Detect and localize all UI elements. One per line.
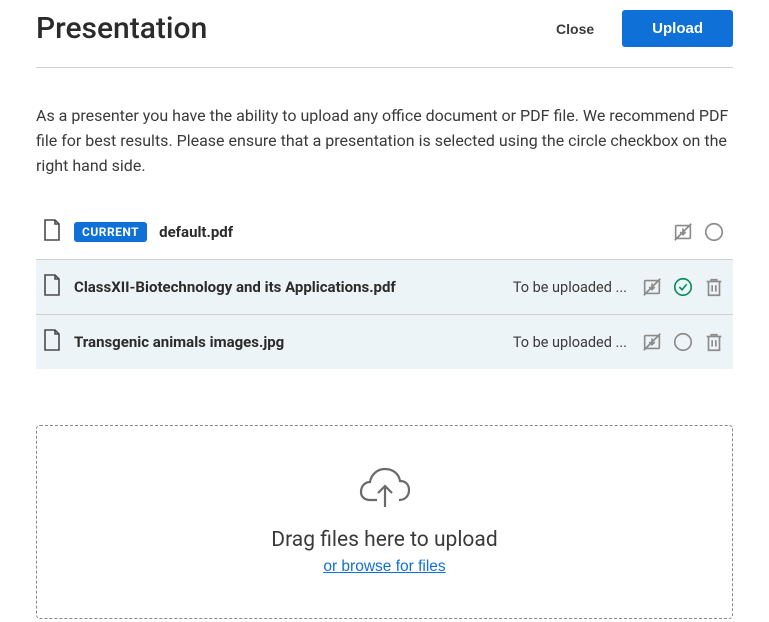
row-actions [639, 329, 727, 355]
header: Presentation Close Upload [36, 0, 733, 68]
trash-icon[interactable] [701, 329, 727, 355]
download-disabled-icon[interactable] [639, 274, 665, 300]
current-badge: CURRENT [74, 222, 147, 242]
dropzone[interactable]: Drag files here to upload or browse for … [36, 425, 733, 619]
select-circle-icon[interactable] [701, 219, 727, 245]
row-actions [670, 219, 727, 245]
cloud-upload-icon [357, 466, 413, 514]
close-button[interactable]: Close [556, 21, 594, 37]
file-list: CURRENT default.pdf [36, 204, 733, 369]
download-disabled-icon[interactable] [639, 329, 665, 355]
upload-button[interactable]: Upload [622, 10, 733, 47]
file-icon [42, 328, 62, 356]
page-title: Presentation [36, 11, 207, 46]
file-status: To be uploaded ... [513, 279, 627, 296]
file-icon [42, 218, 62, 246]
file-row-queued: Transgenic animals images.jpg To be uplo… [36, 315, 733, 369]
drop-text: Drag files here to upload [271, 528, 497, 552]
file-row-queued: ClassXII-Biotechnology and its Applicati… [36, 260, 733, 315]
download-disabled-icon[interactable] [670, 219, 696, 245]
browse-files-link[interactable]: or browse for files [323, 558, 445, 576]
description-text: As a presenter you have the ability to u… [36, 104, 733, 178]
file-name: ClassXII-Biotechnology and its Applicati… [74, 278, 396, 296]
row-actions [639, 274, 727, 300]
file-status: To be uploaded ... [513, 334, 627, 351]
header-actions: Close Upload [556, 10, 733, 47]
file-row-current: CURRENT default.pdf [36, 205, 733, 260]
select-check-icon[interactable] [670, 274, 696, 300]
select-circle-icon[interactable] [670, 329, 696, 355]
file-name: Transgenic animals images.jpg [74, 333, 284, 351]
file-name: default.pdf [159, 223, 233, 241]
file-icon [42, 273, 62, 301]
trash-icon[interactable] [701, 274, 727, 300]
